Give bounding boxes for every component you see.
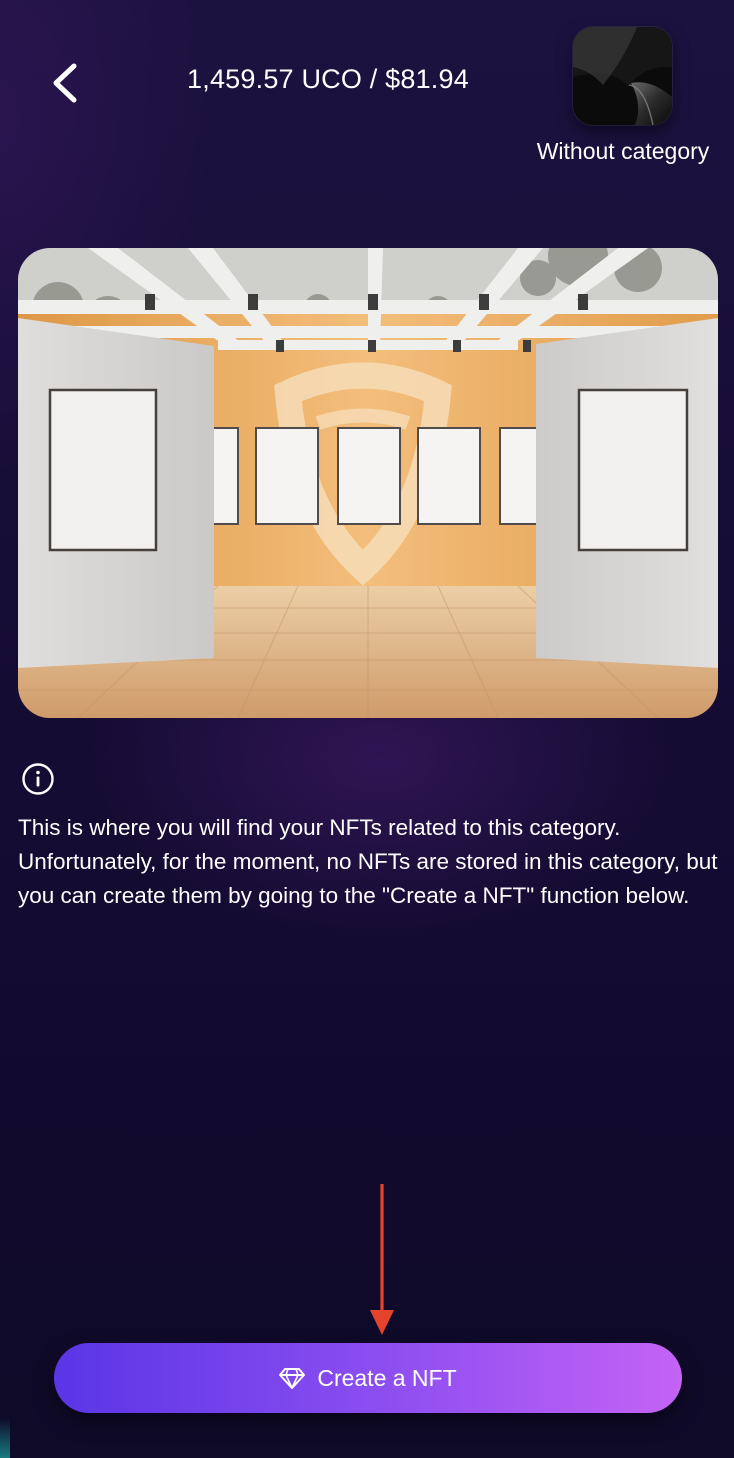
category-thumbnail[interactable] bbox=[573, 27, 672, 125]
annotation-arrow bbox=[364, 1182, 404, 1338]
create-nft-label: Create a NFT bbox=[317, 1364, 457, 1391]
back-button[interactable] bbox=[44, 58, 88, 108]
corner-accent bbox=[0, 1418, 10, 1458]
gallery-image bbox=[18, 248, 718, 718]
chevron-left-icon bbox=[53, 63, 77, 103]
create-nft-button[interactable]: Create a NFT bbox=[54, 1343, 682, 1413]
diamond-icon bbox=[279, 1368, 306, 1389]
gallery-illustration bbox=[18, 248, 718, 718]
balance-display: 1,459.57 UCO / $81.94 bbox=[187, 64, 469, 94]
category-thumbnail-art bbox=[573, 27, 672, 125]
empty-category-message: This is where you will find your NFTs re… bbox=[18, 815, 718, 908]
category-label: Without category bbox=[536, 138, 710, 164]
info-icon bbox=[21, 762, 55, 796]
